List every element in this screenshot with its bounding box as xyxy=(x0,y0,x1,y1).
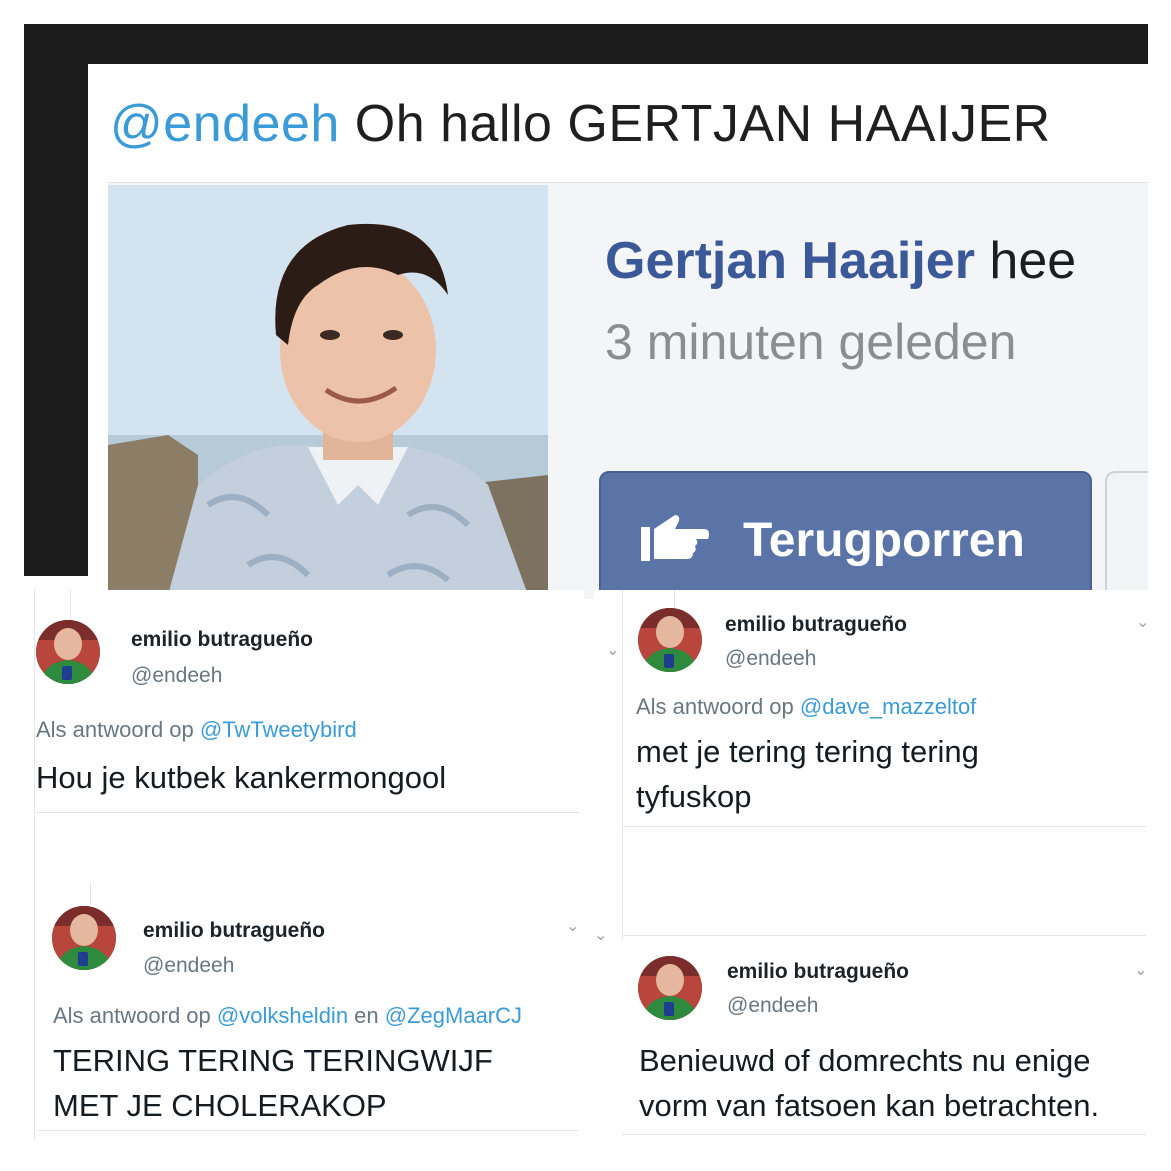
top-screenshot: @endeeh Oh hallo GERTJAN HAAIJER Gertjan… xyxy=(88,64,1148,599)
reply-mention[interactable]: @TwTweetybird xyxy=(200,717,357,742)
top-tweet-body: Oh hallo GERTJAN HAAIJER xyxy=(339,95,1051,153)
chevron-down-icon[interactable]: ⌄ xyxy=(606,640,619,660)
collage: @endeeh Oh hallo GERTJAN HAAIJER Gertjan… xyxy=(0,0,1171,1171)
tweet-line: MET JE CHOLERAKOP xyxy=(53,1088,387,1123)
author-name[interactable]: emilio butragueño xyxy=(143,919,325,943)
author-name[interactable]: emilio butragueño xyxy=(725,613,907,637)
tweet-separator xyxy=(622,1134,1146,1135)
chevron-down-icon[interactable]: ⌄ xyxy=(594,925,607,945)
tweet-item[interactable]: ⌄ emilio butragueño @endeeh Benieuwd of … xyxy=(624,940,1149,1134)
author-handle[interactable]: @endeeh xyxy=(725,647,816,671)
author-handle[interactable]: @endeeh xyxy=(131,664,222,688)
reply-mention[interactable]: @dave_mazzeltof xyxy=(800,694,976,719)
notification-headline: Gertjan Haaijer hee xyxy=(605,231,1076,291)
tweet-line: tyfuskop xyxy=(636,779,752,814)
profile-photo[interactable] xyxy=(108,185,548,595)
column-border xyxy=(622,830,623,940)
notification-action: hee xyxy=(974,232,1077,290)
reply-prefix: Als antwoord op xyxy=(36,717,200,742)
avatar-image xyxy=(638,608,702,672)
poke-back-button[interactable]: Terugporren xyxy=(599,471,1092,599)
tweet-line: vorm van fatsoen kan betrachten. xyxy=(639,1088,1100,1123)
author-handle[interactable]: @endeeh xyxy=(727,994,818,1018)
avatar-image xyxy=(36,620,100,684)
profile-photo-image xyxy=(108,185,548,595)
poker-name[interactable]: Gertjan Haaijer xyxy=(605,232,975,290)
tweet-line: met je tering tering tering xyxy=(636,734,979,769)
avatar[interactable] xyxy=(52,906,116,970)
avatar[interactable] xyxy=(638,956,702,1020)
avatar[interactable] xyxy=(36,620,100,684)
poke-back-label: Terugporren xyxy=(743,514,1025,567)
reply-prefix: Als antwoord op xyxy=(53,1003,217,1028)
chevron-down-icon[interactable]: ⌄ xyxy=(1136,612,1149,632)
tweet-text: Hou je kutbek kankermongool xyxy=(36,755,446,800)
avatar[interactable] xyxy=(638,608,702,672)
tweet-line: TERING TERING TERINGWIJF xyxy=(53,1043,493,1078)
reply-mention-2[interactable]: @ZegMaarCJ xyxy=(385,1003,522,1028)
tweet-item[interactable]: ⌄ emilio butragueño @endeeh Als antwoord… xyxy=(38,886,583,1130)
tweet-line: Hou je kutbek kankermongool xyxy=(36,760,447,795)
author-name[interactable]: emilio butragueño xyxy=(131,628,313,652)
tweet-separator xyxy=(34,812,579,813)
tweet-separator xyxy=(622,935,1146,936)
chevron-down-icon[interactable]: ⌄ xyxy=(566,916,579,936)
tweet-text: met je tering tering tering tyfuskop xyxy=(636,729,979,819)
tweet-line: Benieuwd of domrechts nu enige xyxy=(639,1043,1091,1078)
reply-context: Als antwoord op @dave_mazzeltof xyxy=(636,694,976,720)
poke-hand-icon xyxy=(641,513,709,563)
secondary-button[interactable] xyxy=(1105,471,1148,599)
chevron-down-icon[interactable]: ⌄ xyxy=(1134,960,1147,980)
avatar-image xyxy=(52,906,116,970)
reply-mention[interactable]: @volksheldin xyxy=(217,1003,348,1028)
notification-time: 3 minuten geleden xyxy=(605,314,1017,370)
avatar-image xyxy=(638,956,702,1020)
author-handle[interactable]: @endeeh xyxy=(143,954,234,978)
top-screenshot-frame: @endeeh Oh hallo GERTJAN HAAIJER Gertjan… xyxy=(24,24,1148,599)
tweet-text: Benieuwd of domrechts nu enige vorm van … xyxy=(639,1038,1099,1128)
tweet-separator xyxy=(622,826,1146,827)
tweet-separator xyxy=(38,1130,578,1131)
right-tweet-column: ⌄ ⌄ ⌄ emilio butragueño @endeeh Als antw… xyxy=(594,590,1154,1150)
left-tweet-column: emilio butragueño @endeeh Als antwoord o… xyxy=(24,590,584,1150)
top-tweet-mention[interactable]: @endeeh xyxy=(110,95,340,153)
column-border xyxy=(622,590,623,835)
top-tweet-text: @endeeh Oh hallo GERTJAN HAAIJER xyxy=(110,94,1051,154)
tweet-item[interactable]: emilio butragueño @endeeh Als antwoord o… xyxy=(24,590,584,810)
facebook-poke-card: Gertjan Haaijer hee 3 minuten geleden Te… xyxy=(108,182,1148,599)
reply-context: Als antwoord op @volksheldin en @ZegMaar… xyxy=(53,1003,522,1029)
reply-context: Als antwoord op @TwTweetybird xyxy=(36,717,357,743)
author-name[interactable]: emilio butragueño xyxy=(727,960,909,984)
reply-prefix: Als antwoord op xyxy=(636,694,800,719)
reply-join: en xyxy=(348,1003,385,1028)
tweet-item[interactable]: ⌄ emilio butragueño @endeeh Als antwoord… xyxy=(624,590,1149,825)
tweet-text: TERING TERING TERINGWIJF MET JE CHOLERAK… xyxy=(53,1038,493,1128)
